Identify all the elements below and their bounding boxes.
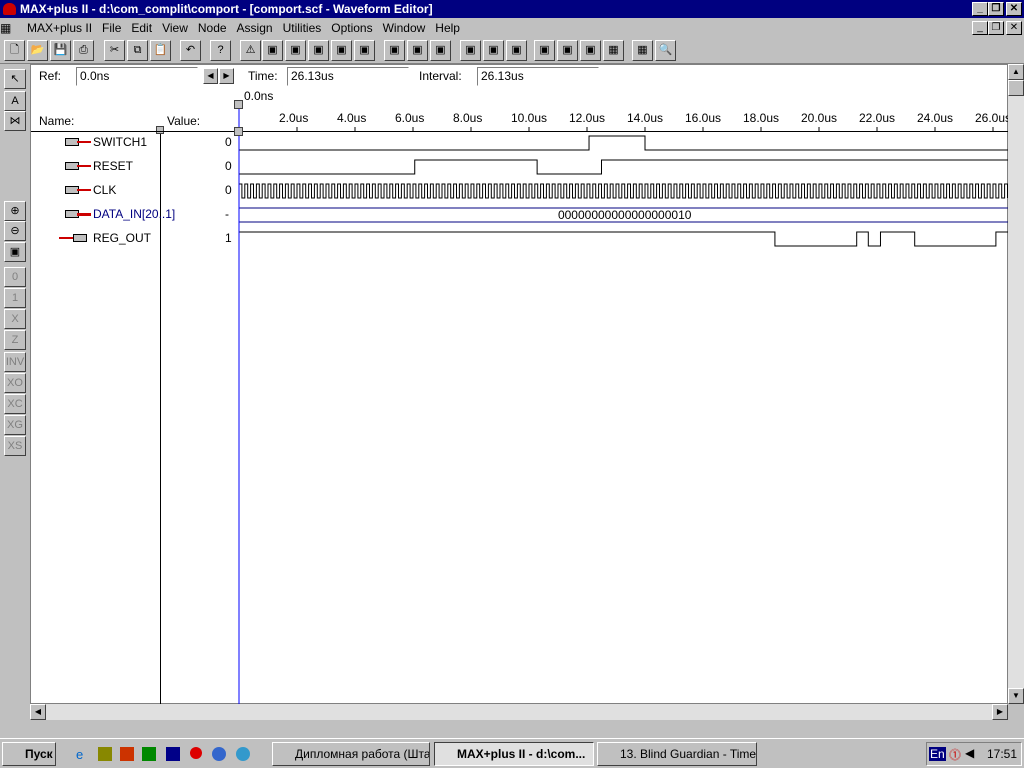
word-icon[interactable] <box>166 747 180 761</box>
new-icon[interactable]: 🗋 <box>4 40 25 61</box>
vertical-scrollbar[interactable]: ▲ ▼ <box>1008 64 1024 704</box>
clock: 17:51 <box>987 747 1018 761</box>
menu-help[interactable]: Help <box>430 18 465 38</box>
ie-icon[interactable]: e <box>76 747 83 762</box>
maximize-button[interactable]: ❐ <box>988 2 1004 16</box>
tool-text-icon[interactable]: A <box>4 91 26 111</box>
taskbar: Пуск e Дипломная работа (Шта... MAX+plus… <box>0 738 1024 768</box>
switch1-waveform <box>239 135 1009 151</box>
clk-waveform <box>238 183 1008 199</box>
eye-bus-icon[interactable]: ▣ <box>557 40 578 61</box>
programmer-icon[interactable]: ▣ <box>354 40 375 61</box>
app-icon <box>3 3 16 15</box>
hierarchy-icon[interactable]: ▣ <box>384 40 405 61</box>
apple-icon[interactable] <box>190 747 202 759</box>
copy-icon[interactable]: ⧉ <box>127 40 148 61</box>
scroll-left-button[interactable]: ◀ <box>30 704 46 720</box>
task-maxplus[interactable]: MAX+plus II - d:\com... <box>434 742 594 766</box>
tool-0-icon[interactable]: 0 <box>4 267 26 287</box>
scroll-up-button[interactable]: ▲ <box>1008 64 1024 80</box>
tool-inv-icon[interactable]: INV <box>4 352 26 372</box>
volume-icon[interactable]: ◀ <box>965 746 974 760</box>
task-word[interactable]: Дипломная работа (Шта... <box>272 742 430 766</box>
scroll-thumb[interactable] <box>1008 80 1024 96</box>
tool-palette: ↖ A ⋈ ⊕ ⊖ ▣ 0 1 X Z INV XO XC XG XS <box>0 64 30 720</box>
waveform-canvas[interactable]: 00000000000000000010 <box>31 65 1009 705</box>
tool-xs-icon[interactable]: XS <box>4 436 26 456</box>
tool-select-icon[interactable]: ↖ <box>4 69 26 89</box>
save-sim-icon[interactable]: ▣ <box>483 40 504 61</box>
tool-z-icon[interactable]: Z <box>4 330 26 350</box>
menu-assign[interactable]: Assign <box>232 18 278 38</box>
eye-ba-icon[interactable]: ▣ <box>534 40 555 61</box>
doc-restore-button[interactable]: ❐ <box>988 21 1004 35</box>
find-icon[interactable]: 🔍 <box>655 40 676 61</box>
project-icon[interactable]: ▣ <box>407 40 428 61</box>
horizontal-scrollbar[interactable]: ◀ ▶ <box>30 704 1008 720</box>
reg-out-waveform <box>239 231 1009 247</box>
waveform-icon[interactable]: ▣ <box>308 40 329 61</box>
grid-icon[interactable]: ▦ <box>603 40 624 61</box>
print-icon[interactable]: ⎙ <box>73 40 94 61</box>
tool-x-icon[interactable]: X <box>4 309 26 329</box>
paste-icon[interactable]: 📋 <box>150 40 171 61</box>
simulator-icon[interactable]: ▣ <box>262 40 283 61</box>
minimize-button[interactable]: _ <box>972 2 988 16</box>
scroll-right-button[interactable]: ▶ <box>992 704 1008 720</box>
waveform-editor: Ref: 0.0ns ◀ ▶ Time: 26.13us Interval: 2… <box>30 64 1011 705</box>
compiler-icon[interactable]: ⚠ <box>240 40 261 61</box>
timing-icon[interactable]: ▣ <box>285 40 306 61</box>
help-icon[interactable]: ? <box>210 40 231 61</box>
tool-connect-icon[interactable]: ⋈ <box>4 111 26 131</box>
info-icon[interactable] <box>212 747 226 761</box>
powerpoint-icon[interactable] <box>120 747 134 761</box>
tool-1-icon[interactable]: 1 <box>4 288 26 308</box>
tool-xc-icon[interactable]: XC <box>4 394 26 414</box>
quicklaunch-icon[interactable] <box>98 747 112 761</box>
cut-icon[interactable]: ✂ <box>104 40 125 61</box>
task-player[interactable]: 13. Blind Guardian - Time ... <box>597 742 757 766</box>
eye-color-icon[interactable]: ▣ <box>580 40 601 61</box>
excel-icon[interactable] <box>142 747 156 761</box>
title-bar: MAX+plus II - d:\com_complit\comport - [… <box>0 0 1024 18</box>
close-button[interactable]: ✕ <box>1006 2 1022 16</box>
scroll-down-button[interactable]: ▼ <box>1008 688 1024 704</box>
tool-zoom-in-icon[interactable]: ⊕ <box>4 201 26 221</box>
open-icon[interactable]: 📂 <box>27 40 48 61</box>
floorplan-icon[interactable]: ▣ <box>331 40 352 61</box>
start-button[interactable]: Пуск <box>2 742 56 766</box>
doc-close-button[interactable]: ✕ <box>1006 21 1022 35</box>
tool-xg-icon[interactable]: XG <box>4 415 26 435</box>
save-all-icon[interactable]: ▣ <box>460 40 481 61</box>
save-icon[interactable]: 💾 <box>50 40 71 61</box>
bus-value: 00000000000000000010 <box>558 208 692 222</box>
menu-bar: ▦ MAX+plus II File Edit View Node Assign Utilit… <box>0 18 1024 38</box>
menu-window[interactable]: Window <box>378 18 431 38</box>
save-check-icon[interactable]: ▣ <box>430 40 451 61</box>
document-icon[interactable]: ▦ <box>0 18 22 38</box>
cursor-handle[interactable] <box>234 100 243 109</box>
grid2-icon[interactable]: ▦ <box>632 40 653 61</box>
eye-a-icon[interactable]: ▣ <box>506 40 527 61</box>
menu-options[interactable]: Options <box>326 18 377 38</box>
window-title: MAX+plus II - d:\com_complit\comport - [… <box>20 2 433 16</box>
language-indicator[interactable]: En <box>929 747 946 761</box>
alert-icon[interactable]: ⓵ <box>949 746 961 763</box>
menu-node[interactable]: Node <box>193 18 232 38</box>
tool-fit-icon[interactable]: ▣ <box>4 242 26 262</box>
clock-app-icon[interactable] <box>236 747 250 761</box>
toolbar: 🗋 📂 💾 ⎙ ✂ ⧉ 📋 ↶? ⚠ ▣ ▣ ▣ ▣ ▣ ▣ ▣ ▣ ▣ ▣ ▣ ▣ ▣ ▣ ▦ ▦ 🔍 <box>0 38 1024 64</box>
tool-xo-icon[interactable]: XO <box>4 373 26 393</box>
menu-utilities[interactable]: Utilities <box>278 18 327 38</box>
cursor-handle-bottom[interactable] <box>234 127 243 136</box>
menu-file[interactable]: File <box>97 18 126 38</box>
system-tray: En ⓵ ◀ 17:51 <box>926 742 1022 766</box>
menu-max-plus-ii[interactable]: MAX+plus II <box>22 18 97 38</box>
menu-view[interactable]: View <box>157 18 193 38</box>
doc-minimize-button[interactable]: _ <box>972 21 988 35</box>
undo-icon[interactable]: ↶ <box>180 40 201 61</box>
menu-edit[interactable]: Edit <box>126 18 157 38</box>
reset-waveform <box>239 159 1009 175</box>
tool-zoom-out-icon[interactable]: ⊖ <box>4 221 26 241</box>
